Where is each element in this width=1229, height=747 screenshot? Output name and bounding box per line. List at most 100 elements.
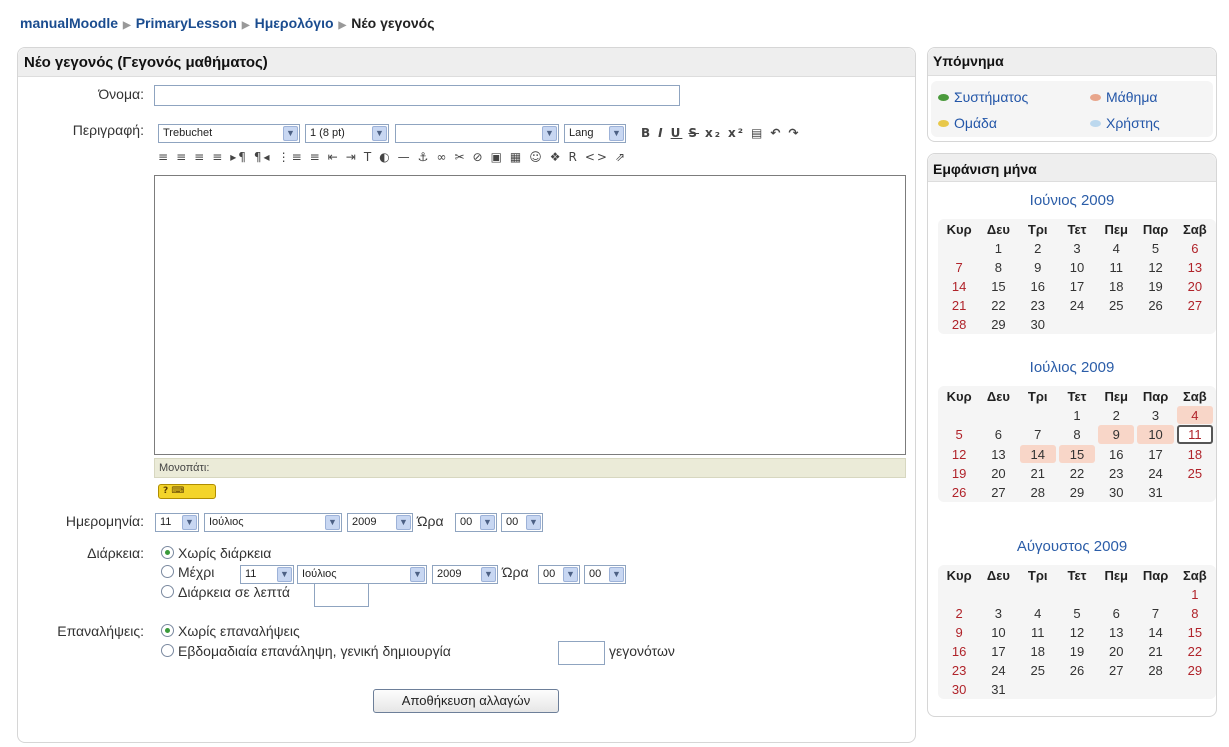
legend-item-course[interactable]: Μάθημα — [1090, 89, 1158, 105]
month-title[interactable]: Ιούνιος 2009 — [928, 192, 1216, 209]
until-day-select[interactable]: 11 ▼ — [240, 565, 294, 584]
calendar-day[interactable]: 7 — [1137, 604, 1173, 622]
repeat-weekly-option[interactable]: Εβδομαδιαία επανάληψη, γενική δημιουργία — [161, 643, 451, 659]
background-color-icon[interactable]: ◐ — [379, 150, 391, 164]
calendar-day[interactable]: 15 — [980, 277, 1016, 295]
font-family-select[interactable]: Trebuchet ▼ — [158, 124, 300, 143]
ltr-icon[interactable]: ▸¶ — [230, 150, 248, 164]
calendar-day[interactable]: 15 — [1058, 445, 1096, 463]
calendar-day[interactable]: 8 — [980, 258, 1016, 276]
calendar-day[interactable]: 10 — [1059, 258, 1095, 276]
calendar-day[interactable]: 2 — [1020, 239, 1056, 257]
calendar-day[interactable]: 15 — [1177, 623, 1213, 641]
calendar-day[interactable]: 19 — [1137, 277, 1173, 295]
month-title[interactable]: Αύγουστος 2009 — [928, 538, 1216, 555]
breadcrumb-site[interactable]: manualMoodle — [20, 15, 118, 31]
calendar-day[interactable]: 8 — [1059, 425, 1095, 444]
calendar-day[interactable]: 6 — [980, 425, 1016, 444]
radio-unchecked[interactable] — [161, 565, 174, 578]
nolink-icon[interactable]: ⊘ — [473, 150, 485, 164]
legend-item-system[interactable]: Συστήματος — [938, 89, 1028, 105]
italic-icon[interactable]: I — [658, 126, 664, 140]
calendar-day[interactable]: 29 — [1177, 661, 1213, 679]
calendar-day[interactable]: 24 — [980, 661, 1016, 679]
duration-none-option[interactable]: Χωρίς διάρκεια — [161, 545, 271, 561]
calendar-day[interactable]: 9 — [1020, 258, 1056, 276]
unlink-icon[interactable]: ✂ — [454, 150, 466, 164]
calendar-day[interactable]: 3 — [1137, 406, 1173, 424]
unordered-list-icon[interactable]: ≡ — [310, 150, 322, 164]
calendar-day[interactable]: 28 — [1137, 661, 1173, 679]
calendar-day[interactable]: 29 — [1059, 483, 1095, 501]
anchor-icon[interactable]: ⚓ — [418, 150, 431, 164]
calendar-day[interactable]: 27 — [980, 483, 1016, 501]
ordered-list-icon[interactable]: ⋮≡ — [278, 150, 304, 164]
date-month-select[interactable]: Ιούλιος ▼ — [204, 513, 342, 532]
calendar-day[interactable]: 13 — [1177, 258, 1213, 276]
calendar-day[interactable]: 14 — [1137, 623, 1173, 641]
calendar-day[interactable]: 27 — [1098, 661, 1134, 679]
calendar-day[interactable]: 28 — [941, 315, 977, 333]
duration-minutes-option[interactable]: Διάρκεια σε λεπτά — [161, 584, 290, 600]
date-day-select[interactable]: 11 ▼ — [155, 513, 199, 532]
search-replace-icon[interactable]: R — [569, 150, 579, 164]
radio-checked[interactable] — [161, 546, 174, 559]
rtl-icon[interactable]: ¶◂ — [254, 150, 272, 164]
calendar-day[interactable]: 17 — [980, 642, 1016, 660]
date-minute-select[interactable]: 00 ▼ — [501, 513, 543, 532]
calendar-day[interactable]: 8 — [1177, 604, 1213, 622]
calendar-day[interactable]: 23 — [1098, 464, 1134, 482]
calendar-day[interactable]: 16 — [1098, 445, 1134, 463]
until-month-select[interactable]: Ιούλιος ▼ — [297, 565, 427, 584]
align-justify-icon[interactable]: ≡ — [212, 150, 224, 164]
calendar-day[interactable]: 9 — [1098, 425, 1135, 444]
calendar-day[interactable]: 11 — [1020, 623, 1056, 641]
repeat-none-option[interactable]: Χωρίς επαναλήψεις — [161, 623, 300, 639]
calendar-day[interactable]: 19 — [941, 464, 977, 482]
radio-unchecked[interactable] — [161, 644, 174, 657]
calendar-day[interactable]: 31 — [1137, 483, 1173, 501]
calendar-day[interactable]: 31 — [980, 680, 1016, 698]
calendar-day[interactable]: 25 — [1098, 296, 1134, 314]
calendar-day[interactable]: 20 — [1177, 277, 1213, 295]
calendar-day[interactable]: 3 — [1059, 239, 1095, 257]
calendar-day[interactable]: 20 — [980, 464, 1016, 482]
calendar-day[interactable]: 2 — [1098, 406, 1134, 424]
calendar-day[interactable]: 17 — [1137, 445, 1173, 463]
language-select[interactable]: Lang ▼ — [564, 124, 626, 143]
date-year-select[interactable]: 2009 ▼ — [347, 513, 413, 532]
legend-item-group[interactable]: Ομάδα — [938, 115, 997, 131]
description-editor[interactable] — [154, 175, 906, 455]
calendar-day[interactable]: 18 — [1020, 642, 1056, 660]
calendar-day[interactable]: 30 — [941, 680, 977, 698]
fullscreen-icon[interactable]: ⇗ — [615, 150, 627, 164]
radio-unchecked[interactable] — [161, 585, 174, 598]
calendar-day[interactable]: 1 — [980, 239, 1016, 257]
calendar-day[interactable]: 26 — [1059, 661, 1095, 679]
calendar-day[interactable]: 29 — [980, 315, 1016, 333]
calendar-day[interactable]: 3 — [980, 604, 1016, 622]
calendar-day[interactable]: 30 — [1098, 483, 1134, 501]
calendar-day[interactable]: 27 — [1177, 296, 1213, 314]
breadcrumb-calendar[interactable]: Ημερολόγιο — [255, 15, 334, 31]
table-icon[interactable]: ▦ — [510, 150, 523, 164]
keyboard-help-icon[interactable]: ? ⌨ — [158, 484, 216, 499]
duration-until-option[interactable]: Μέχρι — [161, 564, 214, 580]
calendar-day[interactable]: 14 — [941, 277, 977, 295]
calendar-day[interactable]: 10 — [1137, 425, 1174, 444]
calendar-day[interactable]: 30 — [1020, 315, 1056, 333]
text-color-icon[interactable]: T — [364, 150, 373, 164]
calendar-day[interactable]: 24 — [1059, 296, 1095, 314]
calendar-day[interactable]: 9 — [941, 623, 977, 641]
calendar-day[interactable]: 17 — [1059, 277, 1095, 295]
image-icon[interactable]: ▣ — [491, 150, 504, 164]
calendar-day[interactable]: 7 — [941, 258, 977, 276]
calendar-day[interactable]: 6 — [1177, 239, 1213, 257]
calendar-day[interactable]: 18 — [1177, 445, 1213, 463]
calendar-day[interactable]: 7 — [1020, 425, 1056, 444]
calendar-day[interactable]: 16 — [1020, 277, 1056, 295]
calendar-day[interactable]: 1 — [1177, 585, 1213, 603]
calendar-day[interactable]: 12 — [1059, 623, 1095, 641]
calendar-day[interactable]: 4 — [1098, 239, 1134, 257]
special-char-icon[interactable]: ❖ — [550, 150, 563, 164]
